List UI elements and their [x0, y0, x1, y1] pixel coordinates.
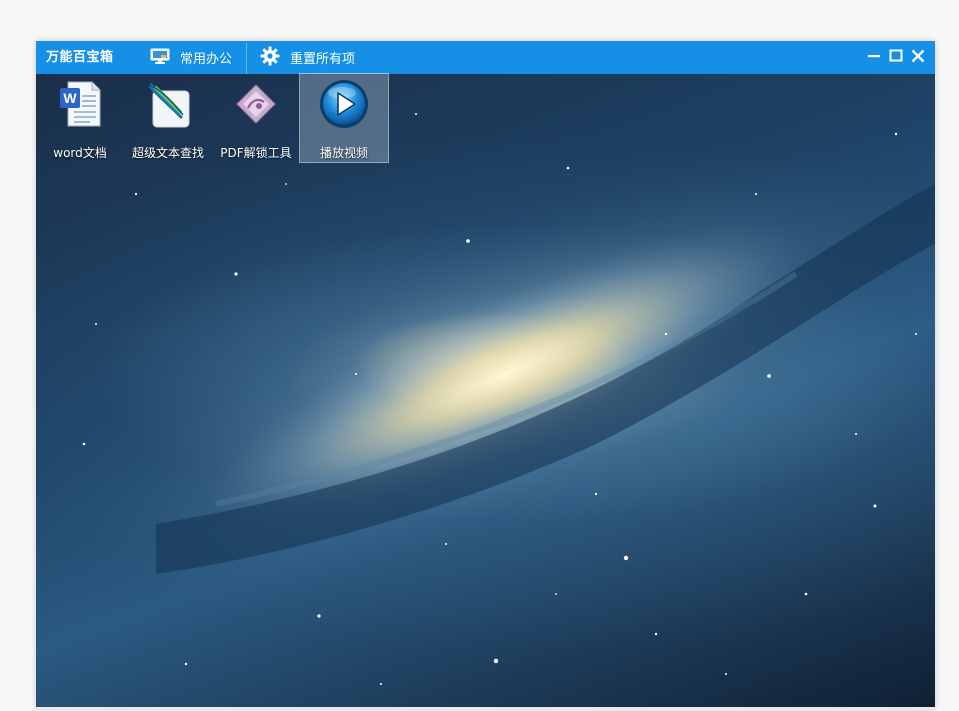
close-button[interactable] [907, 47, 929, 69]
reset-all-label: 重置所有项 [290, 52, 356, 67]
feather-search-icon [142, 78, 194, 130]
office-tools-button[interactable]: 常用办公 [150, 41, 232, 74]
minimize-button[interactable] [863, 47, 885, 69]
monitor-icon [150, 47, 170, 69]
title-bar: 万能百宝箱 常用办公 重置所有项 [36, 41, 935, 74]
desktop-icon-text-search[interactable]: 超级文本查找 [124, 74, 212, 162]
play-video-icon [318, 78, 370, 130]
desktop-area[interactable]: W word文档 超级文本查找 PDF解锁工具 播放视频 [36, 73, 935, 708]
svg-text:W: W [63, 90, 77, 106]
desktop-icon-label: PDF解锁工具 [220, 146, 292, 160]
desktop-icon-play-video[interactable]: 播放视频 [299, 73, 389, 163]
close-icon [911, 49, 925, 67]
reset-all-button[interactable]: 重置所有项 [260, 41, 355, 74]
toolbar-divider [246, 43, 247, 74]
window-bottom-edge [36, 707, 935, 711]
office-tools-label: 常用办公 [180, 52, 233, 67]
minimize-icon [867, 49, 881, 67]
desktop-icon-pdf-unlock[interactable]: PDF解锁工具 [212, 74, 300, 162]
pdf-unlock-icon [230, 78, 282, 130]
gear-icon [260, 46, 280, 70]
desktop-icon-label: 播放视频 [319, 146, 368, 160]
desktop-icon-label: 超级文本查找 [131, 146, 204, 160]
app-window: 万能百宝箱 常用办公 重置所有项 W word文档 超级文本查找 PDF解锁工具… [36, 41, 935, 708]
maximize-button[interactable] [885, 47, 907, 69]
desktop-icon-word[interactable]: W word文档 [36, 74, 124, 162]
window-controls [863, 41, 929, 74]
app-title: 万能百宝箱 [46, 50, 114, 65]
desktop-icon-label: word文档 [53, 146, 107, 160]
word-document-icon: W [54, 78, 106, 130]
maximize-icon [889, 49, 903, 67]
galaxy-wallpaper [72, 113, 935, 685]
